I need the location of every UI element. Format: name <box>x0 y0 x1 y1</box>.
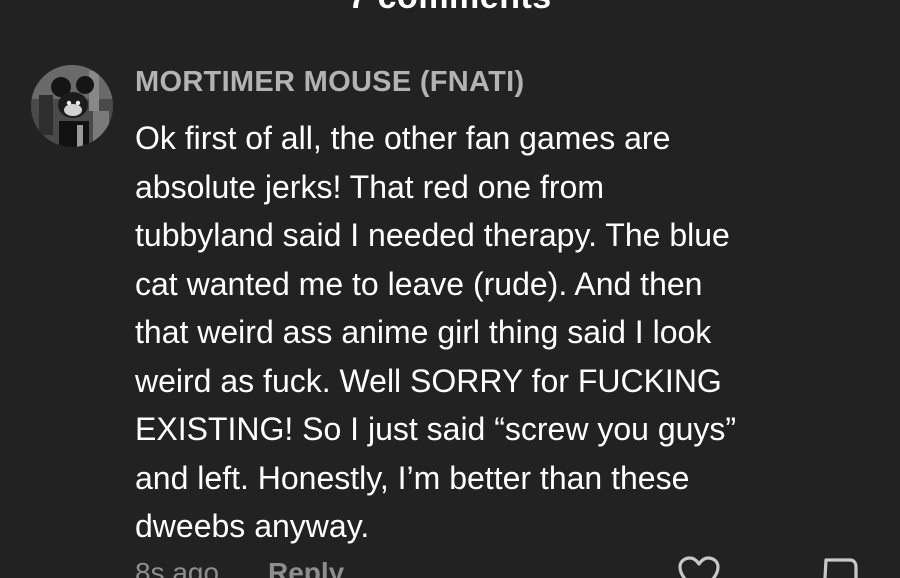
dislike-button[interactable] <box>818 556 862 578</box>
avatar-image <box>31 65 113 147</box>
avatar[interactable] <box>31 65 113 147</box>
comments-count-heading: 7 comments <box>0 0 900 17</box>
comment-author[interactable]: MORTIMER MOUSE (FNATI) <box>135 66 524 99</box>
heart-icon <box>678 556 720 578</box>
comment-timestamp: 8s ago <box>135 557 220 578</box>
like-button[interactable] <box>677 556 721 578</box>
comment-body: Ok first of all, the other fan games are… <box>135 120 737 544</box>
comment-thread: 7 comments MORTIMER MOUSE (FNATI) Ok fir… <box>0 0 900 578</box>
reply-button[interactable]: Reply <box>268 557 344 578</box>
thumbs-down-icon <box>823 558 858 578</box>
